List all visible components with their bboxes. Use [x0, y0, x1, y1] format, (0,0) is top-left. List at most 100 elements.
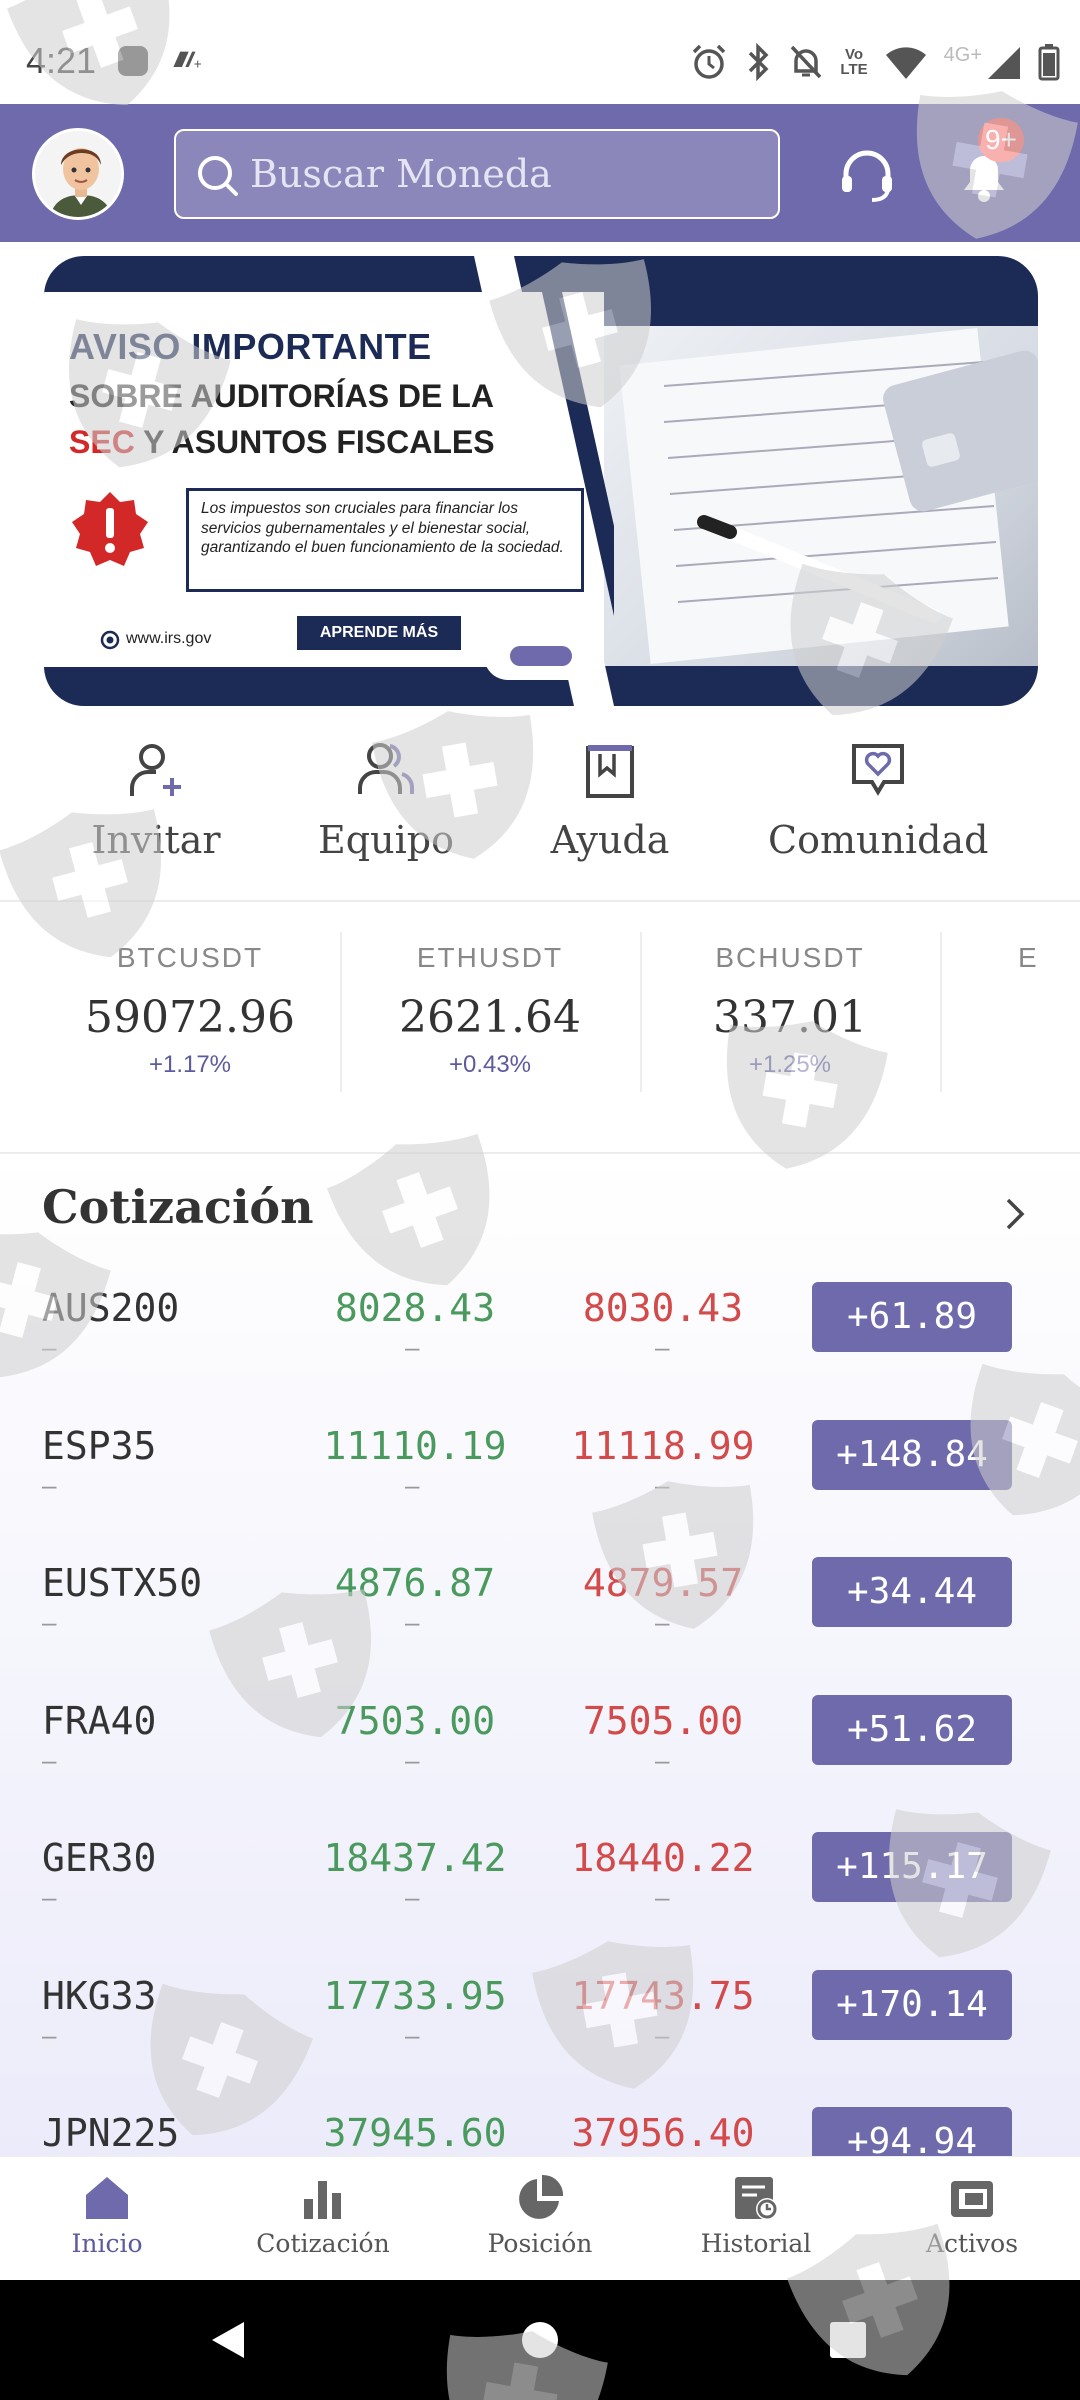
ticker-price: 2621.64	[399, 992, 581, 1043]
banner-title: AVISO IMPORTANTE	[69, 326, 432, 367]
quote-bid: 8028.43	[334, 1286, 496, 1330]
banner-description: Los impuestos son cruciales para financi…	[186, 488, 584, 592]
ticker-change: +0.43%	[448, 1051, 532, 1078]
screen-cast-icon: +	[173, 51, 202, 72]
search-box[interactable]	[174, 129, 780, 219]
ticker-symbol: BCHUSDT	[715, 942, 865, 973]
system-navigation-bar	[0, 2280, 1080, 2400]
nav-label: Activos	[925, 2229, 1019, 2258]
quick-actions: Invitar Equipo Ayuda Comunidad	[0, 740, 1080, 900]
ticker-change: +1.17%	[148, 1051, 232, 1078]
nav-label: Inicio	[71, 2229, 143, 2258]
quote-ask: 18440.22	[571, 1836, 755, 1880]
quote-row-aus200[interactable]: AUS200 – 8028.43 – 8030.43 – +61.89	[0, 1270, 1080, 1408]
quote-bid: 17733.95	[323, 1974, 507, 2018]
banner-url: www.irs.gov	[126, 630, 212, 647]
ticker-price: 337.01	[713, 992, 867, 1043]
app-notification-icon	[118, 46, 148, 76]
ticker-bchusdt[interactable]: BCHUSDT 337.01 +1.25%	[640, 942, 940, 1092]
nav-posicion[interactable]: Posición	[455, 2173, 625, 2273]
ticker-price: 59072.96	[85, 992, 295, 1043]
ticker-symbol: ETHUSDT	[416, 942, 564, 973]
nav-activos[interactable]: Activos	[887, 2173, 1057, 2273]
quote-symbol-sub: –	[42, 2020, 57, 2050]
quote-change-button[interactable]: +61.89	[812, 1282, 1012, 1352]
ticker-change: +1.25%	[748, 1051, 832, 1078]
quote-change-button[interactable]: +170.14	[812, 1970, 1012, 2040]
avatar-illustration	[35, 131, 121, 217]
ticker-partial[interactable]: E	[960, 942, 1080, 1092]
community-chat-icon	[852, 744, 904, 796]
quote-bid-sub: –	[405, 1745, 420, 1775]
ticker-ethusdt[interactable]: ETHUSDT 2621.64 +0.43%	[340, 942, 640, 1092]
quick-action-label: Equipo	[318, 818, 454, 862]
quick-action-ayuda[interactable]: Ayuda	[500, 740, 720, 890]
quote-ask: 11118.99	[571, 1424, 755, 1468]
quick-action-label: Comunidad	[768, 818, 989, 862]
quote-symbol: EUSTX50	[42, 1561, 203, 1605]
nav-label: Posición	[487, 2229, 593, 2258]
quote-row-eustx50[interactable]: EUSTX50 – 4876.87 – 4879.57 – +34.44	[0, 1545, 1080, 1683]
home-button-icon[interactable]	[520, 2320, 560, 2360]
quick-action-equipo[interactable]: Equipo	[276, 740, 496, 890]
quote-ask-sub: –	[655, 1607, 670, 1637]
alarm-icon	[693, 44, 726, 79]
quote-row-jpn225[interactable]: JPN225 37945.60 37956.40 +94.94	[0, 2095, 1080, 2156]
history-icon	[735, 2177, 778, 2220]
quote-symbol: JPN225	[42, 2111, 180, 2155]
ticker-symbol: E	[1018, 942, 1039, 973]
banner-subtitle-line3: SEC Y ASUNTOS FISCALES	[69, 424, 495, 461]
app-header: 9+	[0, 104, 1080, 242]
quote-change-button[interactable]: +148.84	[812, 1420, 1012, 1490]
invite-user-icon	[130, 744, 181, 796]
quotes-title: Cotización	[42, 1180, 314, 1234]
chevron-right-icon[interactable]	[996, 1194, 1036, 1234]
quote-bid-sub: –	[405, 1332, 420, 1362]
search-input[interactable]	[250, 131, 770, 217]
tax-form-image	[619, 328, 1038, 664]
quote-symbol-sub: –	[42, 1470, 57, 1500]
quotes-section: Cotización AUS200 – 8028.43 – 8030.43 – …	[0, 1154, 1080, 2156]
quote-row-esp35[interactable]: ESP35 – 11110.19 – 11118.99 – +148.84	[0, 1408, 1080, 1546]
quote-ask: 4879.57	[582, 1561, 744, 1605]
battery-icon	[1038, 44, 1060, 81]
bar-chart-icon	[304, 2181, 341, 2219]
quote-row-ger30[interactable]: GER30 – 18437.42 – 18440.22 – +115.17	[0, 1820, 1080, 1958]
ticker-btcusdt[interactable]: BTCUSDT 59072.96 +1.17%	[40, 942, 340, 1092]
quote-bid-sub: –	[405, 1607, 420, 1637]
quote-ask-sub: –	[655, 1332, 670, 1362]
banner-subtitle-rest: Y ASUNTOS FISCALES	[134, 424, 495, 460]
quote-row-fra40[interactable]: FRA40 – 7503.00 – 7505.00 – +51.62	[0, 1683, 1080, 1821]
nav-cotizacion[interactable]: Cotización	[238, 2173, 408, 2273]
nav-historial[interactable]: Historial	[671, 2173, 841, 2273]
quote-change-button[interactable]: +94.94	[812, 2107, 1012, 2156]
signal-icon	[988, 47, 1020, 79]
quote-change-button[interactable]: +51.62	[812, 1695, 1012, 1765]
quote-symbol-sub: –	[42, 1745, 57, 1775]
ticker-strip[interactable]: BTCUSDT 59072.96 +1.17% ETHUSDT 2621.64 …	[0, 902, 1080, 1152]
nav-label: Historial	[700, 2229, 812, 2258]
quote-symbol-sub: –	[42, 1882, 57, 1912]
home-icon	[86, 2177, 128, 2219]
quick-action-invitar[interactable]: Invitar	[46, 740, 266, 890]
bottom-navigation: Inicio Cotización Posición Historial Act…	[0, 2156, 1080, 2280]
recents-icon[interactable]	[828, 2320, 868, 2360]
nav-inicio[interactable]: Inicio	[22, 2173, 192, 2273]
headset-support-icon[interactable]	[838, 146, 896, 204]
quote-symbol: GER30	[42, 1836, 157, 1880]
promo-banner[interactable]: AVISO IMPORTANTE SOBRE AUDITORÍAS DE LA …	[44, 256, 1038, 706]
search-icon	[198, 156, 238, 196]
quote-change-button[interactable]: +115.17	[812, 1832, 1012, 1902]
ticker-symbol: BTCUSDT	[116, 942, 264, 973]
bluetooth-icon	[749, 43, 769, 81]
back-icon[interactable]	[206, 2318, 250, 2362]
nav-label: Cotización	[256, 2229, 390, 2258]
quote-change-button[interactable]: +34.44	[812, 1557, 1012, 1627]
carousel-indicator[interactable]	[510, 646, 572, 666]
avatar[interactable]	[32, 128, 124, 220]
quote-ask: 7505.00	[582, 1699, 744, 1743]
quote-row-hkg33[interactable]: HKG33 – 17733.95 – 17743.75 – +170.14	[0, 1958, 1080, 2096]
quick-action-comunidad[interactable]: Comunidad	[768, 740, 988, 890]
learn-more-button[interactable]: APRENDE MÁS	[297, 616, 461, 650]
quote-bid: 37945.60	[323, 2111, 507, 2155]
